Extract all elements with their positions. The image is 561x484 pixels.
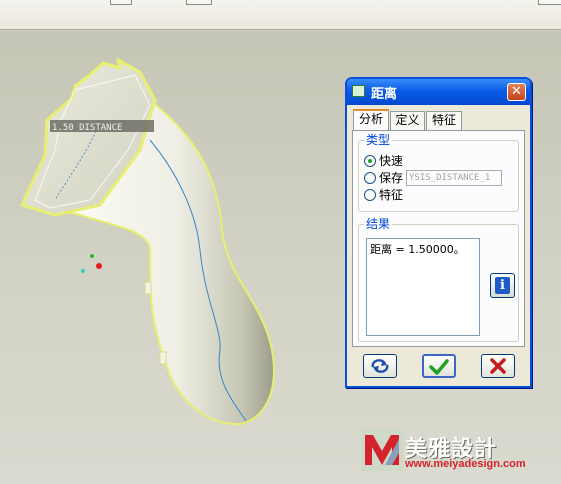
repeat-button[interactable]: [363, 354, 397, 378]
window-icon: [352, 85, 365, 97]
radio-feature[interactable]: 特征: [364, 187, 403, 202]
brand-logo-icon: [361, 429, 403, 471]
close-button[interactable]: ✕: [507, 83, 526, 101]
dialog-titlebar[interactable]: 距离 ✕: [347, 79, 530, 105]
top-toolbar: [0, 0, 561, 30]
info-icon: i: [495, 277, 510, 294]
repeat-icon: [371, 359, 389, 373]
tab-definition[interactable]: 定义: [390, 111, 425, 130]
radio-label: 特征: [379, 188, 404, 202]
coordinate-triad-icon: [81, 254, 102, 273]
radio-button[interactable]: [364, 171, 376, 184]
feature-name-field[interactable]: YSIS_DISTANCE_1: [406, 170, 502, 186]
result-group: 结果 距离 = 1.50000。 i: [358, 217, 519, 342]
distance-annotation: 1.50 DISTANCE: [52, 123, 122, 133]
checkmark-icon: [429, 359, 449, 375]
distance-dialog: 距离 ✕ 分析 定义 特征 类型 快速 保存 特征 YSIS_DISTANCE_…: [345, 77, 532, 388]
radio-label: 快速: [379, 154, 404, 168]
radio-button-selected[interactable]: [364, 154, 376, 167]
type-group-label: 类型: [364, 133, 393, 147]
watermark: 美雅設計 www.meiyadesign.com: [361, 429, 561, 484]
info-button[interactable]: i: [490, 273, 515, 298]
tab-feature[interactable]: 特征: [426, 111, 462, 130]
toolbar-button[interactable]: [538, 0, 561, 5]
ok-button[interactable]: [422, 354, 456, 378]
type-group: 类型 快速 保存 特征 YSIS_DISTANCE_1: [358, 133, 519, 212]
tab-panel: 类型 快速 保存 特征 YSIS_DISTANCE_1 结果 距离 = 1.50…: [352, 130, 525, 347]
brand-url-text: www.meiyadesign.com: [405, 458, 526, 470]
cancel-button[interactable]: [481, 354, 515, 378]
radio-quick[interactable]: 快速: [364, 153, 403, 168]
radio-save[interactable]: 保存: [364, 170, 403, 185]
result-textbox[interactable]: 距离 = 1.50000。: [366, 238, 480, 336]
dialog-title: 距离: [371, 87, 398, 102]
result-group-label: 结果: [364, 217, 393, 231]
cross-icon: [490, 358, 506, 374]
radio-label: 保存: [379, 171, 404, 185]
tab-analysis[interactable]: 分析: [353, 109, 389, 130]
toolbar-button[interactable]: [110, 0, 132, 5]
toolbar-button[interactable]: [186, 0, 212, 5]
brand-url: www.meiyadesign.com: [405, 458, 526, 470]
radio-button[interactable]: [364, 188, 376, 201]
